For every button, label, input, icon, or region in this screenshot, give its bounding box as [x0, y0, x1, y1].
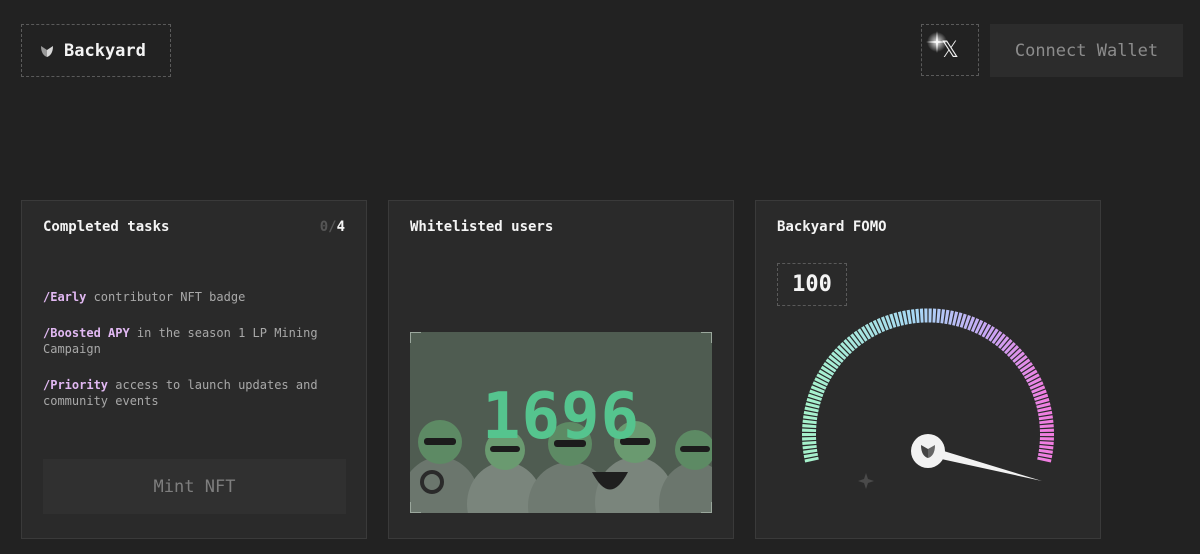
task-keyword: /Priority: [43, 378, 109, 392]
brand-logo[interactable]: Backyard: [21, 24, 171, 77]
sparkle-icon: [926, 31, 948, 53]
tasks-counter: 0/4: [320, 219, 345, 235]
mint-nft-button[interactable]: Mint NFT: [43, 459, 346, 514]
sparkle-icon: [858, 473, 874, 489]
backyard-logo-icon: [41, 45, 53, 57]
task-list: /Early contributor NFT badge /Boosted AP…: [43, 289, 348, 429]
task-keyword: /Early: [43, 290, 87, 304]
frame-corner: [410, 502, 421, 513]
whitelisted-users-card: Whitelisted users 1696: [388, 200, 734, 539]
card-title: Backyard FOMO: [777, 219, 887, 235]
brand-name: Backyard: [64, 40, 146, 61]
fomo-gauge: [802, 308, 1054, 489]
task-item: /Priority access to launch updates and c…: [43, 377, 348, 409]
whitelist-image: 1696: [410, 332, 712, 513]
card-title: Whitelisted users: [410, 219, 554, 235]
frame-corner: [410, 332, 421, 343]
tasks-completed-count: 0: [319, 219, 329, 235]
task-text: contributor NFT badge: [86, 290, 246, 304]
frame-corner: [701, 332, 712, 343]
x-social-button[interactable]: 𝕏: [921, 24, 979, 76]
card-title: Completed tasks: [43, 219, 170, 235]
connect-wallet-button[interactable]: Connect Wallet: [990, 24, 1183, 77]
whitelisted-count: 1696: [481, 380, 641, 454]
frame-corner: [701, 502, 712, 513]
completed-tasks-card: Completed tasks 0/4 /Early contributor N…: [21, 200, 367, 539]
tasks-total-count: 4: [336, 219, 345, 235]
tasks-counter-separator: /: [328, 219, 337, 235]
fomo-value: 100: [777, 263, 847, 306]
task-keyword: /Boosted APY: [43, 326, 130, 340]
task-item: /Boosted APY in the season 1 LP Mining C…: [43, 325, 348, 357]
task-item: /Early contributor NFT badge: [43, 289, 348, 305]
backyard-fomo-card: Backyard FOMO 100: [755, 200, 1101, 539]
